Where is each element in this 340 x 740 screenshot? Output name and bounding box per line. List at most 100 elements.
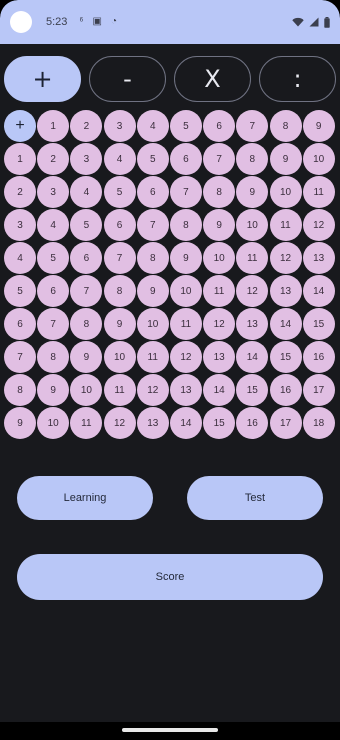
learning-button[interactable]: Learning xyxy=(17,476,153,520)
table-cell[interactable]: 6 xyxy=(103,209,136,241)
table-row-label[interactable]: 9 xyxy=(4,407,36,439)
table-cell[interactable]: 10 xyxy=(136,308,169,340)
table-cell[interactable]: 11 xyxy=(302,176,335,208)
table-cell[interactable]: 8 xyxy=(136,242,169,274)
table-cell[interactable]: 16 xyxy=(236,407,269,439)
table-cell[interactable]: 10 xyxy=(236,209,269,241)
table-cell[interactable]: 14 xyxy=(169,407,202,439)
table-row-label[interactable]: 8 xyxy=(4,374,36,406)
table-row-label[interactable]: 1 xyxy=(4,143,36,175)
table-cell[interactable]: 7 xyxy=(136,209,169,241)
table-cell[interactable]: 8 xyxy=(236,143,269,175)
table-cell[interactable]: 17 xyxy=(269,407,302,439)
table-cell[interactable]: 14 xyxy=(236,341,269,373)
table-cell[interactable]: 10 xyxy=(302,143,335,175)
table-cell[interactable]: 7 xyxy=(37,308,70,340)
table-cell[interactable]: 10 xyxy=(37,407,70,439)
table-cell[interactable]: 11 xyxy=(169,308,202,340)
table-header-cell[interactable]: 1 xyxy=(37,110,70,142)
table-header-cell[interactable]: 9 xyxy=(302,110,335,142)
table-cell[interactable]: 12 xyxy=(269,242,302,274)
table-cell[interactable]: 9 xyxy=(37,374,70,406)
table-cell[interactable]: 4 xyxy=(37,209,70,241)
table-cell[interactable]: 13 xyxy=(236,308,269,340)
table-header-cell[interactable]: 4 xyxy=(136,110,169,142)
table-cell[interactable]: 11 xyxy=(103,374,136,406)
table-cell[interactable]: 10 xyxy=(169,275,202,307)
table-cell[interactable]: 6 xyxy=(169,143,202,175)
table-cell[interactable]: 10 xyxy=(269,176,302,208)
table-cell[interactable]: 6 xyxy=(136,176,169,208)
table-cell[interactable]: 13 xyxy=(269,275,302,307)
table-cell[interactable]: 9 xyxy=(136,275,169,307)
table-cell[interactable]: 15 xyxy=(269,341,302,373)
table-cell[interactable]: 15 xyxy=(203,407,236,439)
table-cell[interactable]: 14 xyxy=(269,308,302,340)
table-cell[interactable]: 7 xyxy=(203,143,236,175)
table-cell[interactable]: 11 xyxy=(203,275,236,307)
table-cell[interactable]: 9 xyxy=(169,242,202,274)
table-row-label[interactable]: 4 xyxy=(4,242,36,274)
table-cell[interactable]: 17 xyxy=(302,374,335,406)
table-header-cell[interactable]: 5 xyxy=(169,110,202,142)
table-cell[interactable]: 5 xyxy=(136,143,169,175)
table-cell[interactable]: 11 xyxy=(236,242,269,274)
table-cell[interactable]: 14 xyxy=(203,374,236,406)
table-cell[interactable]: 4 xyxy=(103,143,136,175)
table-cell[interactable]: 7 xyxy=(169,176,202,208)
table-cell[interactable]: 6 xyxy=(37,275,70,307)
table-cell[interactable]: 3 xyxy=(70,143,103,175)
test-button[interactable]: Test xyxy=(187,476,323,520)
table-row-label[interactable]: 3 xyxy=(4,209,36,241)
table-cell[interactable]: 2 xyxy=(37,143,70,175)
table-cell[interactable]: 13 xyxy=(169,374,202,406)
table-cell[interactable]: 5 xyxy=(103,176,136,208)
table-row-label[interactable]: 5 xyxy=(4,275,36,307)
table-cell[interactable]: 10 xyxy=(203,242,236,274)
table-cell[interactable]: 4 xyxy=(70,176,103,208)
table-cell[interactable]: 15 xyxy=(302,308,335,340)
table-cell[interactable]: 12 xyxy=(169,341,202,373)
operation-button-minus[interactable]: - xyxy=(89,56,166,102)
table-cell[interactable]: 12 xyxy=(136,374,169,406)
table-cell[interactable]: 16 xyxy=(302,341,335,373)
table-header-cell[interactable]: 7 xyxy=(236,110,269,142)
table-cell[interactable]: 8 xyxy=(103,275,136,307)
table-cell[interactable]: 16 xyxy=(269,374,302,406)
table-cell[interactable]: 11 xyxy=(136,341,169,373)
table-cell[interactable]: 3 xyxy=(37,176,70,208)
score-button[interactable]: Score xyxy=(17,554,323,600)
table-header-cell[interactable]: 8 xyxy=(269,110,302,142)
table-cell[interactable]: 6 xyxy=(70,242,103,274)
table-cell[interactable]: 8 xyxy=(169,209,202,241)
table-cell[interactable]: 11 xyxy=(70,407,103,439)
table-cell[interactable]: 8 xyxy=(70,308,103,340)
table-header-cell[interactable]: 6 xyxy=(203,110,236,142)
table-cell[interactable]: 9 xyxy=(236,176,269,208)
table-row-label[interactable]: 7 xyxy=(4,341,36,373)
table-cell[interactable]: 13 xyxy=(136,407,169,439)
table-cell[interactable]: 7 xyxy=(70,275,103,307)
table-cell[interactable]: 13 xyxy=(302,242,335,274)
table-cell[interactable]: 12 xyxy=(236,275,269,307)
table-cell[interactable]: 12 xyxy=(103,407,136,439)
table-cell[interactable]: 9 xyxy=(203,209,236,241)
table-cell[interactable]: 8 xyxy=(203,176,236,208)
table-cell[interactable]: 9 xyxy=(103,308,136,340)
table-header-cell[interactable]: 3 xyxy=(103,110,136,142)
table-cell[interactable]: 10 xyxy=(70,374,103,406)
table-cell[interactable]: 11 xyxy=(269,209,302,241)
home-gesture-handle[interactable] xyxy=(122,728,218,732)
table-cell[interactable]: 8 xyxy=(37,341,70,373)
table-cell[interactable]: 5 xyxy=(37,242,70,274)
table-cell[interactable]: 18 xyxy=(302,407,335,439)
table-cell[interactable]: 5 xyxy=(70,209,103,241)
table-header-cell[interactable]: 2 xyxy=(70,110,103,142)
table-cell[interactable]: 9 xyxy=(269,143,302,175)
table-cell[interactable]: 9 xyxy=(70,341,103,373)
operation-button-multiply[interactable]: X xyxy=(174,56,251,102)
operation-button-plus[interactable]: + xyxy=(4,56,81,102)
table-row-label[interactable]: 6 xyxy=(4,308,36,340)
table-cell[interactable]: 12 xyxy=(302,209,335,241)
table-cell[interactable]: 12 xyxy=(203,308,236,340)
